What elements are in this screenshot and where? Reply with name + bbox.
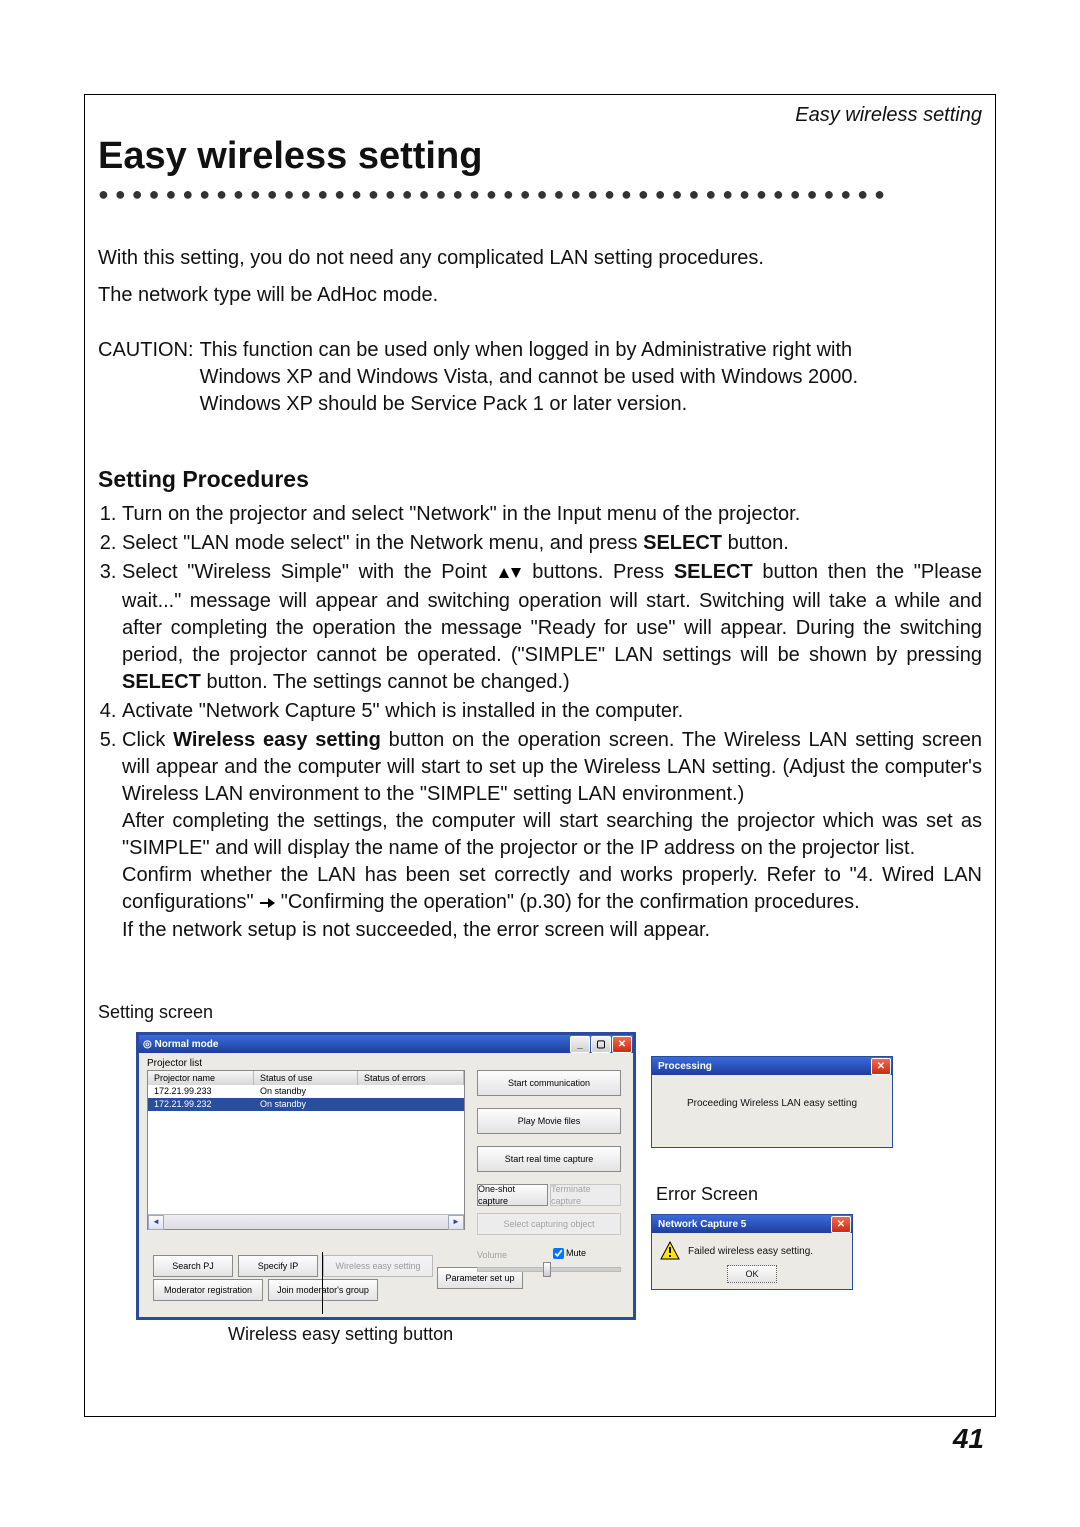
play-movie-files-button[interactable]: Play Movie files bbox=[477, 1108, 621, 1134]
step-3-sel1: SELECT bbox=[674, 561, 753, 583]
error-close-button[interactable]: ✕ bbox=[831, 1216, 851, 1233]
step-5: Click Wireless easy setting button on th… bbox=[122, 727, 982, 944]
step-2b: SELECT bbox=[643, 532, 722, 554]
start-real-time-capture-button[interactable]: Start real time capture bbox=[477, 1146, 621, 1172]
step-2c: button. bbox=[722, 532, 789, 554]
minimize-button[interactable]: _ bbox=[570, 1036, 590, 1053]
step-5f: "Confirming the operation" (p.30) for th… bbox=[275, 891, 860, 913]
step-3b: buttons. Press bbox=[523, 561, 674, 583]
caution-l1: This function can be used only when logg… bbox=[200, 339, 853, 361]
caution-label: CAUTION: bbox=[98, 337, 194, 418]
step-3d: button. The settings cannot be changed.) bbox=[201, 671, 570, 693]
app-icon: ◎ bbox=[143, 1038, 152, 1052]
ok-button[interactable]: OK bbox=[727, 1265, 777, 1283]
step-2a: Select "LAN mode select" in the Network … bbox=[122, 532, 643, 554]
search-pj-button[interactable]: Search PJ bbox=[153, 1255, 233, 1277]
col-status-errors[interactable]: Status of errors bbox=[358, 1071, 464, 1085]
specify-ip-button[interactable]: Specify IP bbox=[238, 1255, 318, 1277]
maximize-button[interactable]: ▢ bbox=[591, 1036, 611, 1053]
projector-list[interactable]: Projector name Status of use Status of e… bbox=[147, 1070, 465, 1230]
table-row[interactable]: 172.21.99.233 On standby bbox=[148, 1085, 464, 1098]
setting-steps: Turn on the projector and select "Networ… bbox=[98, 501, 982, 944]
processing-dialog: Processing ✕ Proceeding Wireless LAN eas… bbox=[651, 1056, 893, 1148]
button-caption: Wireless easy setting button bbox=[228, 1322, 453, 1346]
step-5g: If the network setup is not succeeded, t… bbox=[122, 919, 710, 941]
cell-name: 172.21.99.232 bbox=[148, 1098, 254, 1111]
wireless-easy-setting-button[interactable]: Wireless easy setting bbox=[323, 1255, 433, 1277]
step-5b: Wireless easy setting bbox=[173, 729, 381, 751]
step-5a: Click bbox=[122, 729, 173, 751]
running-head: Easy wireless setting bbox=[90, 104, 982, 127]
list-header: Projector name Status of use Status of e… bbox=[148, 1071, 464, 1085]
warning-icon bbox=[660, 1241, 680, 1261]
error-screen-label: Error Screen bbox=[656, 1182, 758, 1206]
setting-screen-window: ◎ Normal mode _ ▢ ✕ Projector list Proje… bbox=[136, 1032, 636, 1320]
window-title: Normal mode bbox=[155, 1038, 219, 1052]
moderator-registration-button[interactable]: Moderator registration bbox=[153, 1279, 263, 1301]
arrow-right-icon bbox=[259, 890, 275, 917]
caution-l3: Windows XP should be Service Pack 1 or l… bbox=[200, 393, 688, 415]
start-communication-button[interactable]: Start communication bbox=[477, 1070, 621, 1096]
caution-block: CAUTION: This function can be used only … bbox=[98, 337, 982, 418]
processing-titlebar[interactable]: Processing ✕ bbox=[652, 1057, 892, 1075]
horizontal-scrollbar[interactable]: ◄ ► bbox=[148, 1214, 464, 1229]
projector-list-label: Projector list bbox=[147, 1057, 202, 1071]
caution-l2: Windows XP and Windows Vista, and cannot… bbox=[200, 366, 859, 388]
join-moderators-group-button[interactable]: Join moderator's group bbox=[268, 1279, 378, 1301]
volume-slider-thumb[interactable] bbox=[543, 1262, 551, 1277]
step-2: Select "LAN mode select" in the Network … bbox=[122, 530, 982, 557]
cell-use: On standby bbox=[254, 1085, 358, 1098]
error-dialog: Network Capture 5 ✕ Failed wireless easy… bbox=[651, 1214, 853, 1290]
cell-use: On standby bbox=[254, 1098, 358, 1111]
step-4: Activate "Network Capture 5" which is in… bbox=[122, 698, 982, 725]
table-row-selected[interactable]: 172.21.99.232 On standby bbox=[148, 1098, 464, 1111]
up-down-arrow-icon bbox=[497, 561, 523, 588]
dot-rule: ●●●●●●●●●●●●●●●●●●●●●●●●●●●●●●●●●●●●●●●●… bbox=[98, 184, 982, 205]
step-3: Select "Wireless Simple" with the Point … bbox=[122, 559, 982, 696]
setting-procedures-heading: Setting Procedures bbox=[98, 464, 982, 495]
window-titlebar[interactable]: ◎ Normal mode _ ▢ ✕ bbox=[139, 1035, 633, 1053]
step-5d: After completing the settings, the compu… bbox=[122, 810, 982, 859]
terminate-capture-button: Terminate capture bbox=[550, 1184, 621, 1206]
error-titlebar[interactable]: Network Capture 5 ✕ bbox=[652, 1215, 852, 1233]
volume-label: Volume bbox=[477, 1249, 507, 1261]
step-3a: Select "Wireless Simple" with the Point bbox=[122, 561, 497, 583]
mute-checkbox[interactable]: Mute bbox=[553, 1247, 586, 1259]
processing-text: Proceeding Wireless LAN easy setting bbox=[652, 1097, 892, 1111]
one-shot-capture-button[interactable]: One-shot capture bbox=[477, 1184, 548, 1206]
processing-title: Processing bbox=[658, 1060, 712, 1074]
error-text: Failed wireless easy setting. bbox=[688, 1245, 813, 1259]
page-number: 41 bbox=[953, 1423, 984, 1455]
col-projector-name[interactable]: Projector name bbox=[148, 1071, 254, 1085]
close-button[interactable]: ✕ bbox=[612, 1036, 632, 1053]
select-capturing-object-button: Select capturing object bbox=[477, 1213, 621, 1235]
intro-p2: The network type will be AdHoc mode. bbox=[98, 282, 982, 309]
mute-label: Mute bbox=[566, 1247, 586, 1259]
page-title: Easy wireless setting bbox=[98, 135, 990, 178]
error-title: Network Capture 5 bbox=[658, 1218, 746, 1232]
scroll-right-button[interactable]: ► bbox=[448, 1215, 464, 1230]
cell-name: 172.21.99.233 bbox=[148, 1085, 254, 1098]
col-status-use[interactable]: Status of use bbox=[254, 1071, 358, 1085]
intro-p1: With this setting, you do not need any c… bbox=[98, 245, 982, 272]
processing-close-button[interactable]: ✕ bbox=[871, 1058, 891, 1075]
step-3-sel2: SELECT bbox=[122, 671, 201, 693]
mute-checkbox-input[interactable] bbox=[553, 1248, 564, 1259]
step-1: Turn on the projector and select "Networ… bbox=[122, 501, 982, 528]
scroll-left-button[interactable]: ◄ bbox=[148, 1215, 164, 1230]
callout-line bbox=[322, 1252, 323, 1314]
setting-screen-label: Setting screen bbox=[98, 1000, 982, 1024]
